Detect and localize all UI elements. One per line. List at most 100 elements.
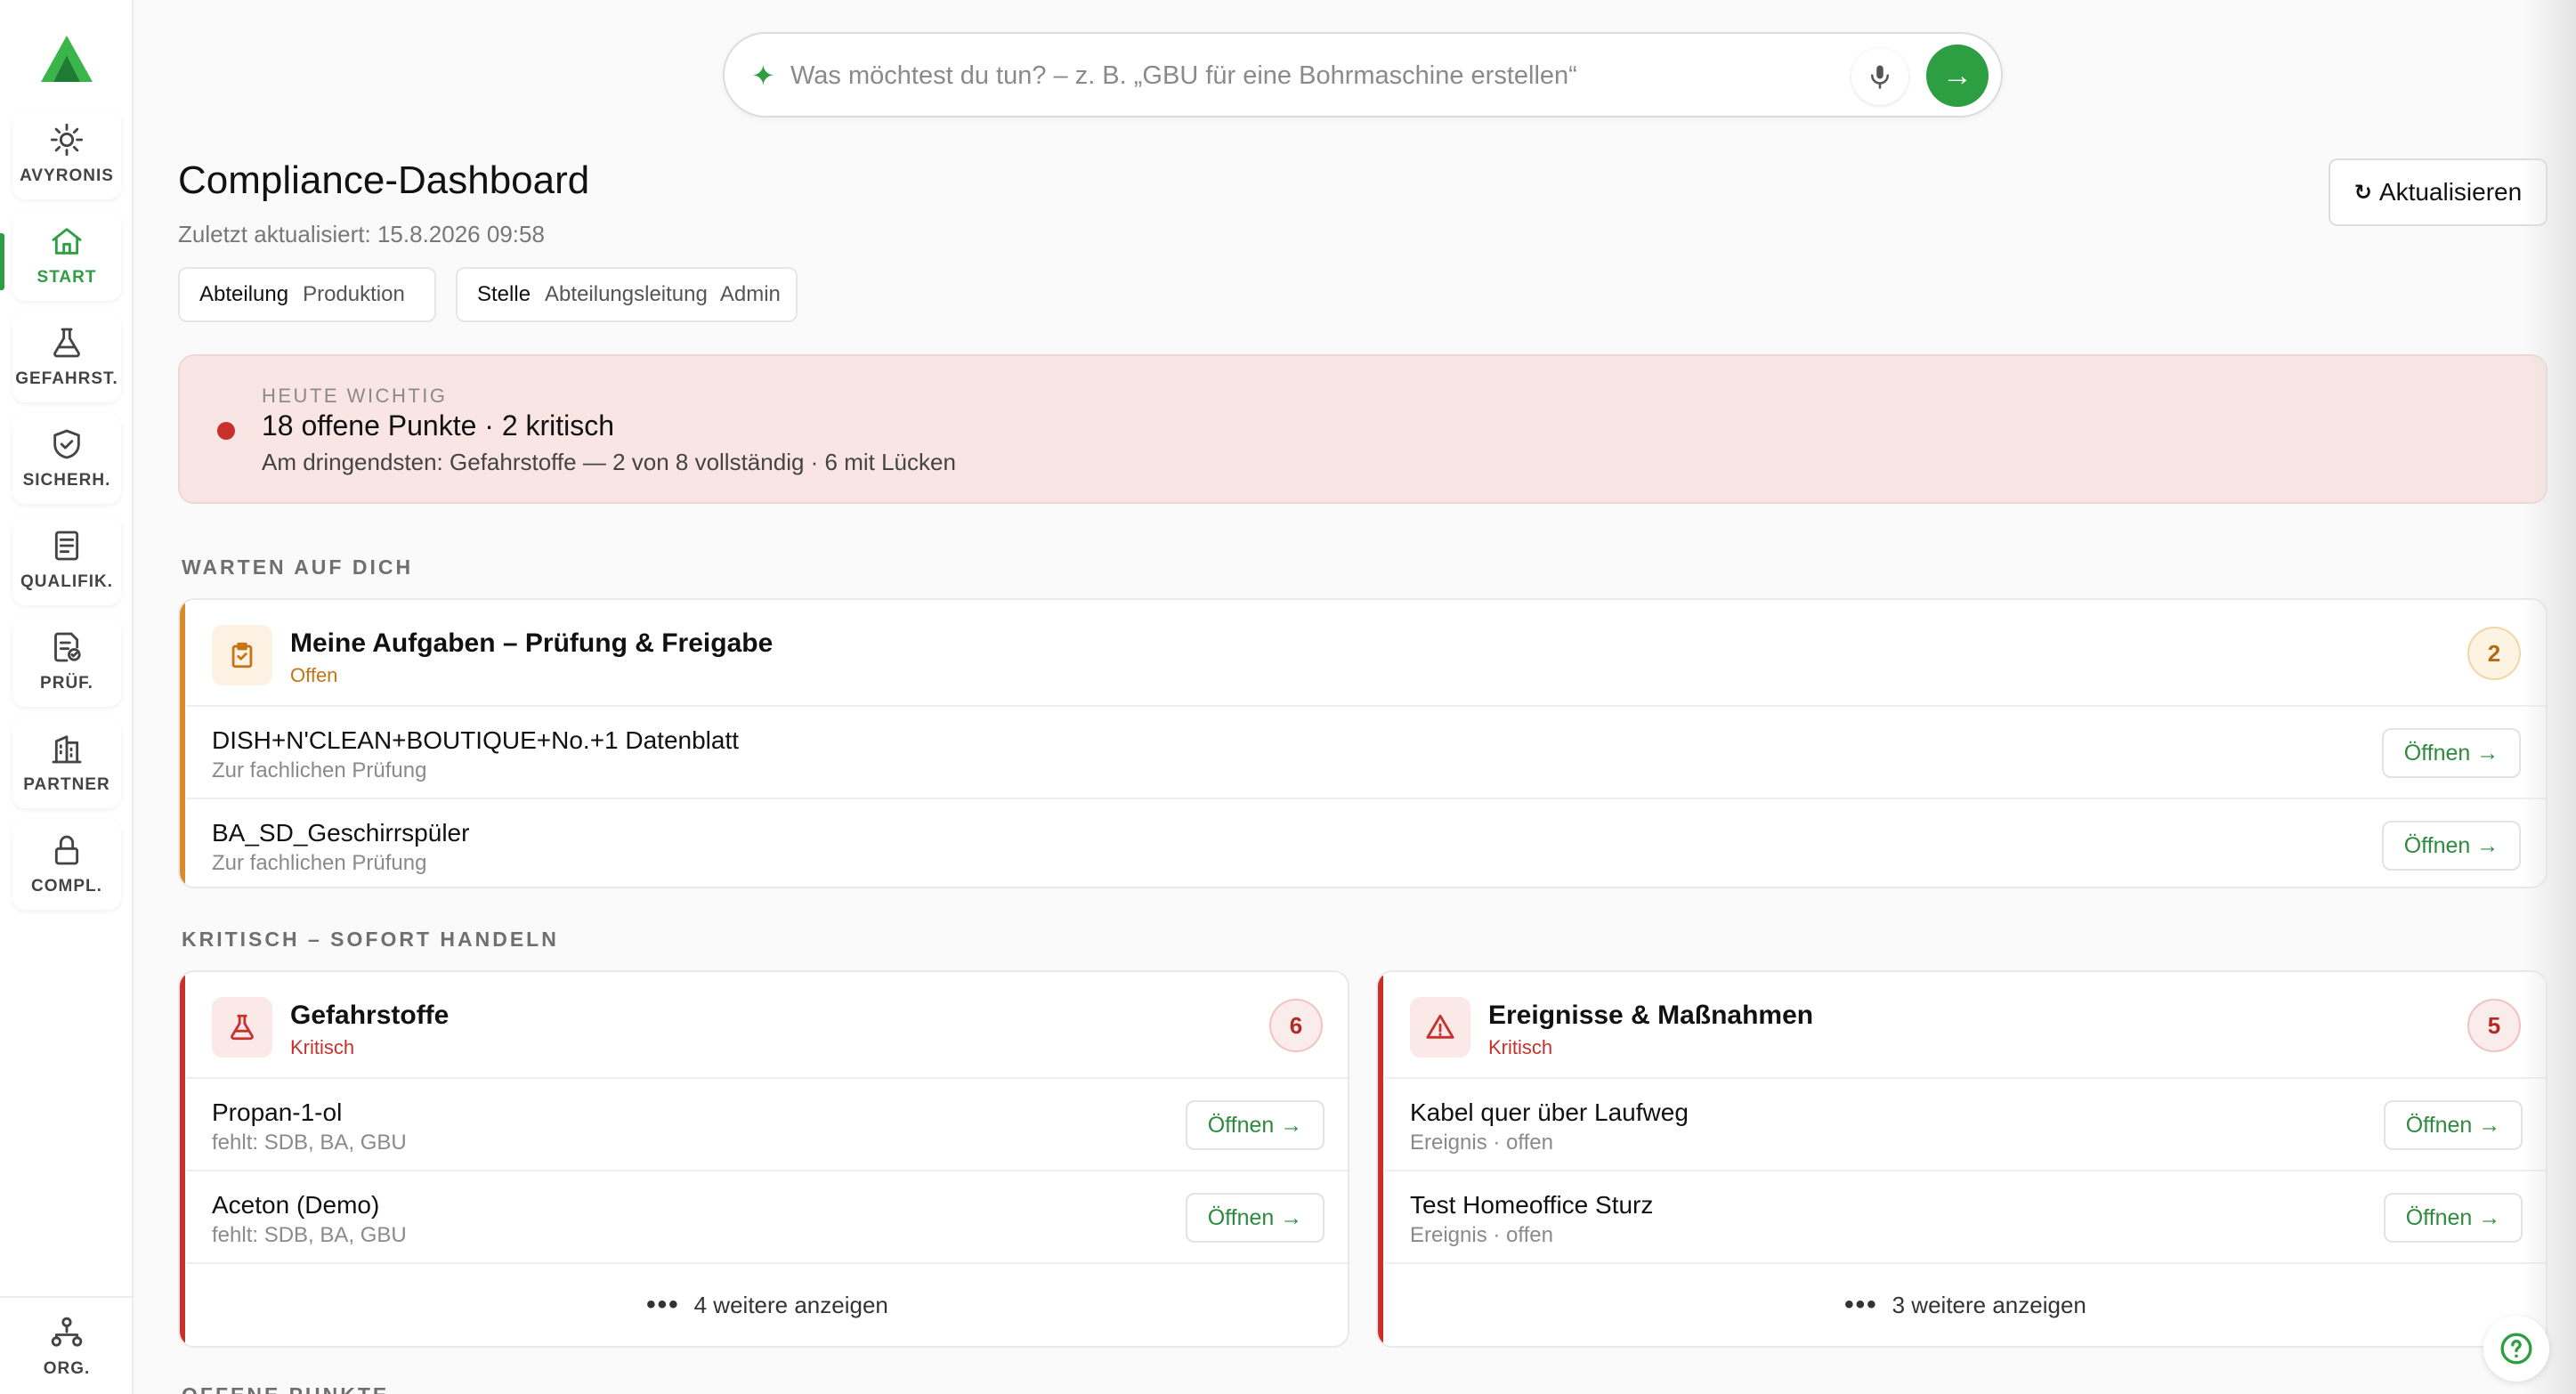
chip-value: Abteilungsleitung (545, 282, 708, 306)
card-status: Offen (290, 664, 338, 686)
document-icon (54, 531, 79, 561)
sun-icon (50, 123, 84, 157)
open-button[interactable]: Öffnen → (2382, 821, 2521, 871)
banner-eyebrow: HEUTE WICHTIG (262, 385, 448, 407)
sidebar-item-qualifikation[interactable]: QUALIFIK. (12, 515, 121, 605)
sidebar-item-partner[interactable]: PARTNER (12, 717, 121, 808)
card-title: Meine Aufgaben – Prüfung & Freigabe (290, 628, 774, 658)
sidebar-item-avyronis[interactable]: AVYRONIS (12, 109, 121, 199)
sidebar-item-pruefung[interactable]: PRÜF. (12, 616, 121, 707)
banner-subtext: Am dringendsten: Gefahrstoffe — 2 von 8 … (262, 449, 956, 475)
section-label-waiting: WARTEN AUF DICH (182, 555, 414, 579)
count-badge: 2 (2467, 627, 2521, 680)
sidebar-item-label: PRÜF. (40, 674, 93, 693)
card-accent (1378, 972, 1383, 1346)
flask-icon (53, 328, 80, 358)
item-subtitle: Ereignis · offen (1410, 1223, 1553, 1247)
sidebar: AVYRONIS START GEFAHRST. SICHERH. QUALIF (0, 0, 134, 1394)
active-nav-indicator (0, 233, 4, 290)
list-item: Aceton (Demo) fehlt: SDB, BA, GBU Öffnen… (187, 1170, 1348, 1262)
card-title: Gefahrstoffe (290, 1001, 450, 1030)
clipboard-check-icon (212, 625, 272, 685)
count-badge: 6 (1269, 999, 1323, 1052)
refresh-icon: ↻ (2353, 180, 2372, 205)
sidebar-item-label: ORG. (43, 1359, 91, 1378)
sidebar-item-gefahrstoffe[interactable]: GEFAHRST. (12, 312, 121, 402)
voice-input-button[interactable] (1851, 48, 1908, 105)
flask-icon (212, 997, 272, 1058)
item-title: Aceton (Demo) (212, 1191, 380, 1219)
chip-key: Abteilung (199, 282, 289, 306)
show-more-button[interactable]: ••• 3 weitere anzeigen (1385, 1262, 2546, 1346)
department-filter-chip[interactable]: Abteilung Produktion (178, 267, 436, 322)
open-button[interactable]: Öffnen → (1186, 1193, 1324, 1243)
item-title: Propan-1-ol (212, 1098, 343, 1126)
show-more-button[interactable]: ••• 4 weitere anzeigen (187, 1262, 1348, 1346)
page-title: Compliance-Dashboard (178, 158, 590, 202)
sidebar-item-org[interactable]: ORG. (12, 1301, 121, 1392)
app-root: AVYRONIS START GEFAHRST. SICHERH. QUALIF (0, 0, 2576, 1394)
item-subtitle: fehlt: SDB, BA, GBU (212, 1223, 407, 1247)
count-badge: 5 (2467, 999, 2521, 1052)
refresh-label: Aktualisieren (2378, 178, 2523, 206)
card-accent (180, 600, 185, 887)
tasks-card: Meine Aufgaben – Prüfung & Freigabe Offe… (178, 598, 2548, 888)
card-status: Kritisch (1488, 1036, 1553, 1058)
sidebar-item-sicherheit[interactable]: SICHERH. (12, 413, 121, 504)
last-updated-text: Zuletzt aktualisiert: 15.8.2026 09:58 (178, 221, 545, 247)
section-label-open-points: OFFENE PUNKTE (182, 1383, 389, 1394)
sidebar-item-label: AVYRONIS (20, 166, 114, 185)
list-item: DISH+N'CLEAN+BOUTIQUE+No.+1 Datenblatt Z… (187, 705, 2546, 798)
today-important-banner: HEUTE WICHTIG 18 offene Punkte · 2 kriti… (178, 354, 2548, 504)
card-accent (180, 972, 185, 1346)
section-label-critical: KRITISCH – SOFORT HANDELN (182, 928, 559, 951)
item-subtitle: Zur fachlichen Prüfung (212, 851, 427, 875)
item-subtitle: Ereignis · offen (1410, 1131, 1553, 1155)
item-title: DISH+N'CLEAN+BOUTIQUE+No.+1 Datenblatt (212, 726, 740, 754)
show-more-label: 4 weitere anzeigen (693, 1291, 888, 1318)
chip-value: Produktion (303, 282, 405, 306)
brand-logo-icon (41, 36, 93, 82)
role-value: Admin (719, 282, 781, 306)
item-title: Test Homeoffice Sturz (1410, 1191, 1654, 1219)
building-icon (52, 735, 82, 764)
open-button[interactable]: Öffnen → (2384, 1100, 2523, 1150)
org-chart-icon (51, 1317, 83, 1347)
help-icon (2500, 1333, 2532, 1365)
open-button[interactable]: Öffnen → (2382, 728, 2521, 778)
item-subtitle: Zur fachlichen Prüfung (212, 758, 427, 782)
help-button[interactable] (2483, 1316, 2549, 1382)
sparkle-icon: ✦ (751, 60, 775, 92)
refresh-button[interactable]: ↻ Aktualisieren (2329, 158, 2548, 226)
sidebar-item-label: PARTNER (23, 775, 110, 794)
sidebar-item-label: START (36, 268, 97, 287)
sidebar-item-label: COMPL. (31, 877, 102, 896)
incidents-card: Ereignisse & Maßnahmen Kritisch 5 Kabel … (1376, 970, 2548, 1348)
command-search-bar: ✦ → (723, 32, 2003, 118)
microphone-icon (1871, 65, 1889, 89)
more-dots-icon: ••• (646, 1290, 680, 1319)
command-search-input[interactable] (790, 52, 1681, 100)
arrow-right-icon: → (1942, 58, 1973, 93)
sidebar-item-compliance[interactable]: COMPL. (12, 819, 121, 910)
submit-command-button[interactable]: → (1926, 45, 1989, 107)
sidebar-item-label: GEFAHRST. (15, 369, 118, 388)
card-title: Ereignisse & Maßnahmen (1488, 1001, 1814, 1030)
hazardous-substances-card: Gefahrstoffe Kritisch 6 Propan-1-ol fehl… (178, 970, 1349, 1348)
document-check-icon (54, 632, 81, 662)
shield-check-icon (53, 429, 80, 459)
card-status: Kritisch (290, 1036, 355, 1058)
open-button[interactable]: Öffnen → (2384, 1193, 2523, 1243)
critical-dot-icon (217, 422, 235, 440)
sidebar-item-start[interactable]: START (12, 210, 121, 301)
item-subtitle: fehlt: SDB, BA, GBU (212, 1131, 407, 1155)
item-title: BA_SD_Geschirrspüler (212, 819, 470, 847)
position-filter-chip[interactable]: Stelle Abteilungsleitung Admin (456, 267, 798, 322)
open-button[interactable]: Öffnen → (1186, 1100, 1324, 1150)
warning-triangle-icon (1410, 997, 1470, 1058)
show-more-label: 3 weitere anzeigen (1891, 1291, 2086, 1318)
sidebar-item-label: SICHERH. (22, 471, 111, 490)
list-item: Kabel quer über Laufweg Ereignis · offen… (1385, 1077, 2546, 1170)
sidebar-item-label: QUALIFIK. (20, 572, 113, 591)
home-icon (52, 228, 82, 255)
